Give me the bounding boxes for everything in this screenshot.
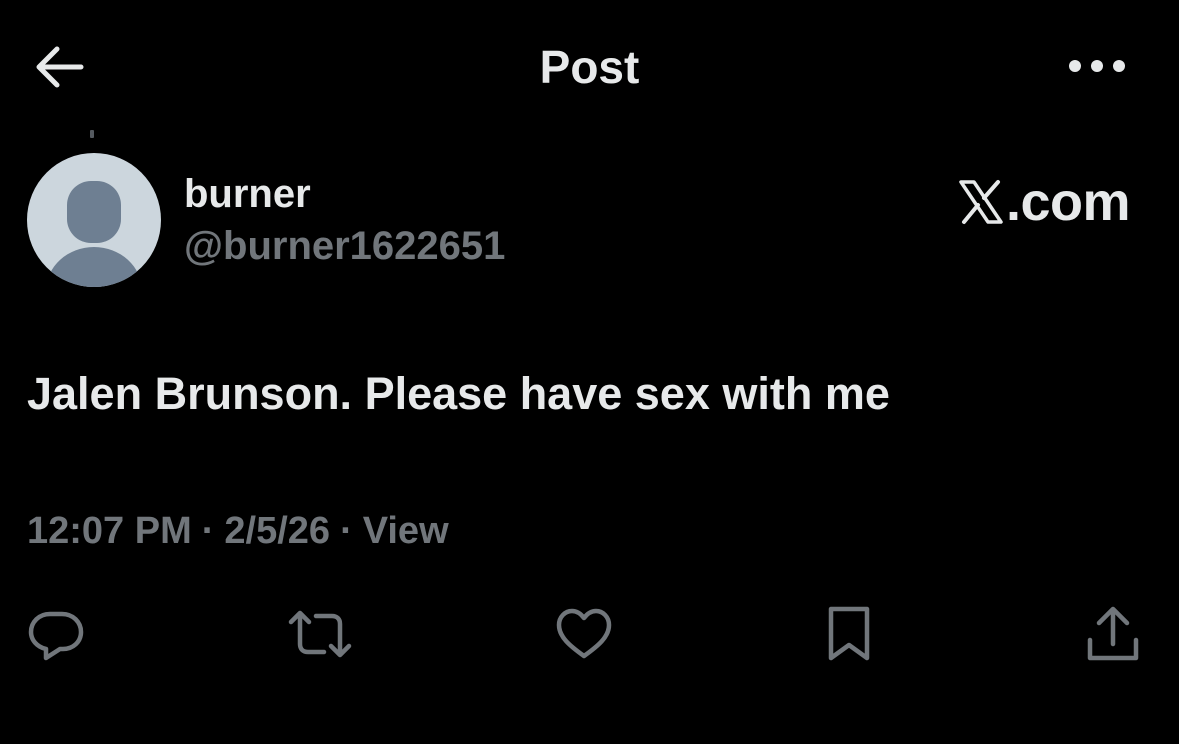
- post-date: 2/5/26: [224, 510, 331, 552]
- action-bar: [0, 596, 1179, 672]
- bookmark-button[interactable]: [811, 596, 887, 672]
- share-button[interactable]: [1075, 596, 1151, 672]
- reply-icon: [26, 604, 86, 664]
- post-time: 12:07 PM: [27, 510, 192, 552]
- default-avatar-icon: [27, 153, 161, 287]
- repost-button[interactable]: [282, 596, 358, 672]
- like-button[interactable]: [546, 596, 622, 672]
- views-link[interactable]: View: [363, 504, 449, 558]
- like-icon: [554, 606, 614, 662]
- brand-watermark: .com: [940, 170, 1131, 234]
- top-bar: Post: [0, 0, 1179, 134]
- share-icon: [1085, 604, 1141, 664]
- brand-text: .com: [1005, 172, 1131, 232]
- artifact-mark: [90, 130, 94, 138]
- x-logo-icon: [958, 179, 1004, 225]
- more-options-button[interactable]: [1058, 44, 1136, 88]
- bookmark-icon: [824, 604, 874, 664]
- page-title: Post: [539, 41, 640, 93]
- author-handle[interactable]: @burner1622651: [184, 222, 505, 270]
- author-display-name[interactable]: burner: [184, 170, 311, 218]
- meta-separator: ·: [201, 510, 215, 552]
- more-horizontal-icon: [1067, 58, 1127, 74]
- meta-separator: ·: [340, 510, 353, 552]
- reply-button[interactable]: [18, 596, 94, 672]
- repost-icon: [286, 606, 354, 662]
- arrow-left-icon: [33, 45, 85, 89]
- avatar[interactable]: [27, 153, 161, 287]
- post-text: Jalen Brunson. Please have sex with me: [27, 368, 890, 419]
- post-metadata: 12:07 PM · 2/5/26 · View: [27, 504, 449, 558]
- back-button[interactable]: [30, 40, 88, 94]
